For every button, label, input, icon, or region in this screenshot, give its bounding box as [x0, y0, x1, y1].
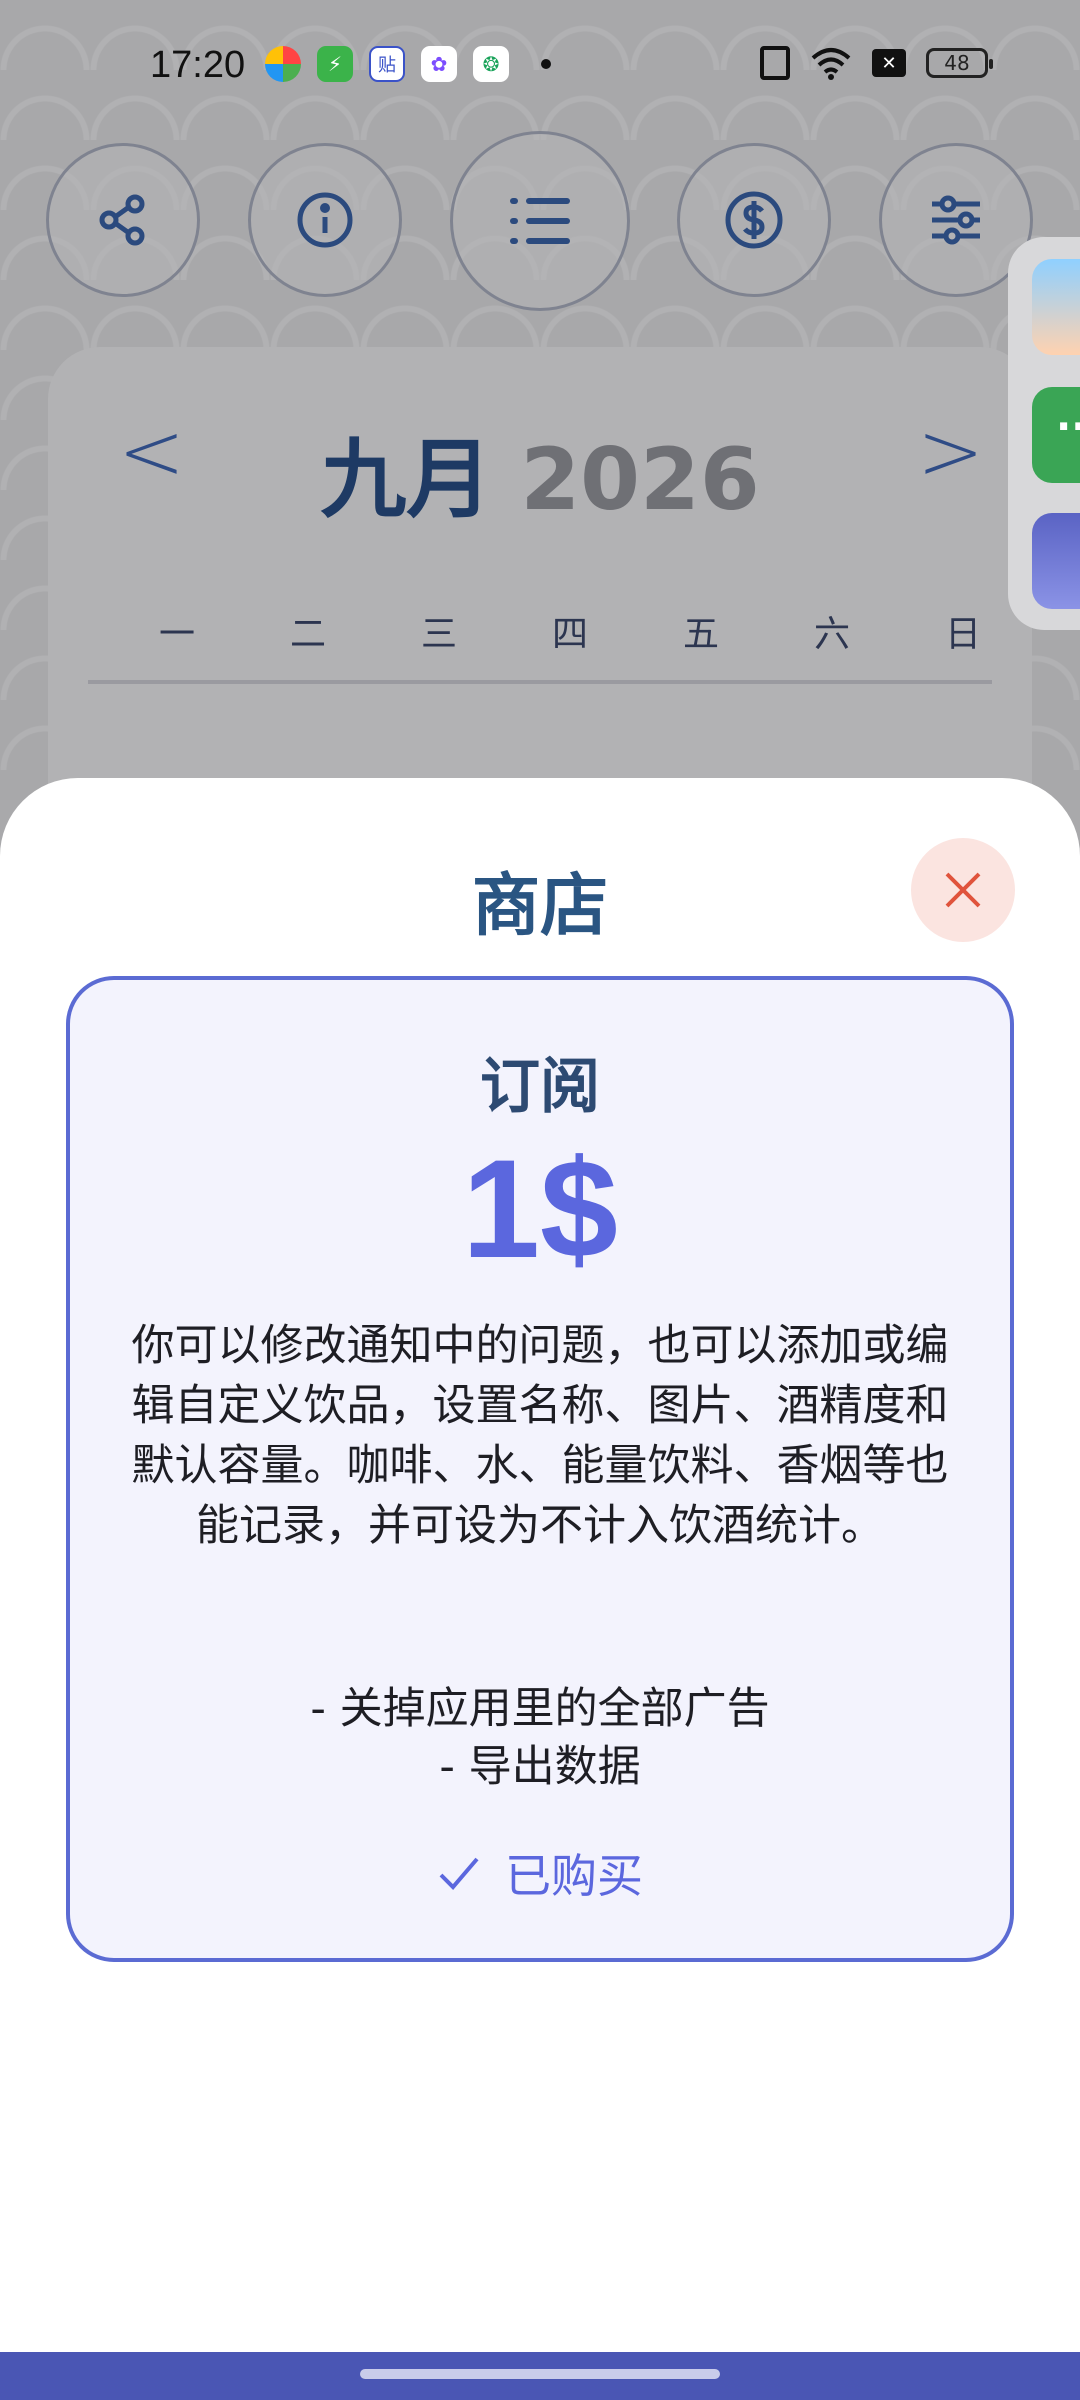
close-icon [945, 872, 981, 908]
floating-app-panel[interactable]: ·· [1008, 237, 1080, 630]
calendar-title: 九月 2026 [48, 409, 1032, 534]
dollar-icon [725, 191, 783, 249]
subscription-title: 订阅 [480, 1052, 600, 1122]
feature-item: - 导出数据 [439, 1742, 641, 1792]
system-icons: ✕ 48 [760, 46, 993, 80]
next-month-button[interactable]: > [917, 405, 984, 498]
weekday-divider [88, 680, 992, 684]
weekday-label: 三 [420, 614, 457, 655]
list-button[interactable] [450, 131, 630, 311]
cat-app[interactable] [1032, 513, 1080, 609]
share-icon [99, 194, 145, 246]
checkmark-icon [439, 1857, 479, 1890]
no-sim-icon: ✕ [872, 49, 906, 77]
weekday-label: 五 [682, 614, 719, 655]
shield-bolt-app-icon: ⚡ [317, 46, 353, 82]
battery-icon: 48 [926, 48, 993, 78]
weekday-label: 六 [813, 614, 850, 655]
nfc-icon [760, 46, 790, 80]
purchased-label: 已购买 [505, 1849, 643, 1903]
shop-button[interactable] [677, 143, 831, 297]
subscription-description: 你可以修改通知中的问题，也可以添加或编辑自定义饮品，设置名称、图片、酒精度和默认… [131, 1321, 949, 1551]
cartoon-avatar-app[interactable] [1032, 259, 1080, 355]
shop-sheet: 商店 订阅 1$ 你可以修改通知中的问题，也可以添加或编辑自定义饮品，设置名称、… [0, 778, 1080, 2400]
status-time: 17:20 [150, 44, 246, 86]
calendar-year: 2026 [520, 430, 760, 530]
subscription-card[interactable]: 订阅 1$ 你可以修改通知中的问题，也可以添加或编辑自定义饮品，设置名称、图片、… [66, 976, 1014, 1962]
wifi-icon [811, 48, 851, 80]
weekday-label: 二 [289, 614, 326, 655]
green-chat-app[interactable]: ·· [1032, 387, 1080, 483]
subscription-features: - 关掉应用里的全部广告 - 导出数据 [70, 1680, 1010, 1796]
color-wheel-app-icon [265, 46, 301, 82]
tieba-app-icon: 贴 [369, 46, 405, 82]
status-bar: 17:20 ⚡ 贴 ✿ ❂ ✕ 48 [0, 0, 1080, 135]
pinwheel-app-icon: ✿ [421, 46, 457, 82]
weekday-label: 四 [551, 614, 588, 655]
home-indicator[interactable] [360, 2369, 720, 2379]
water-drop-app-icon: ❂ [473, 46, 509, 82]
more-notifications-dot [541, 59, 551, 69]
weekday-label: 一 [158, 614, 195, 655]
list-icon [510, 198, 570, 244]
weekday-label: 日 [944, 614, 981, 655]
purchased-status: 已购买 [70, 1840, 1010, 1906]
calendar-month: 九月 [320, 430, 493, 530]
share-button[interactable] [46, 143, 200, 297]
info-button[interactable] [248, 143, 402, 297]
battery-level: 48 [944, 51, 970, 75]
feature-item: - 关掉应用里的全部广告 [310, 1684, 770, 1734]
subscription-price: 1$ [462, 1130, 618, 1287]
notification-icons: ⚡ 贴 ✿ ❂ [265, 46, 551, 82]
info-icon [297, 192, 353, 248]
weekday-header: 一 二 三 四 五 六 日 [132, 605, 1008, 657]
sliders-icon [932, 195, 980, 245]
close-button[interactable] [911, 838, 1015, 942]
